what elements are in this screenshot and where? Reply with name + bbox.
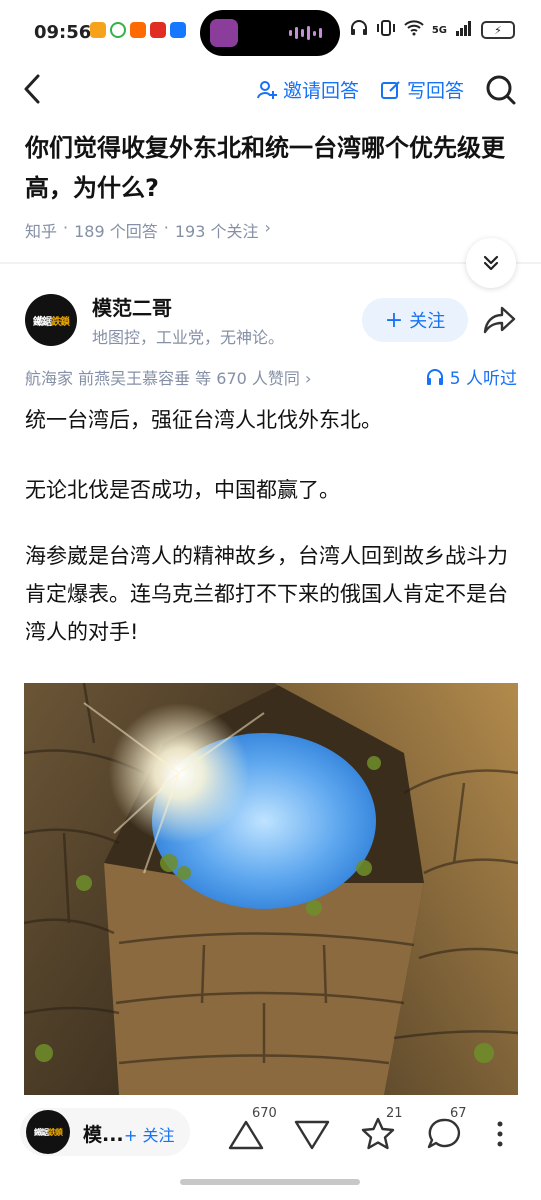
back-button[interactable] — [18, 70, 48, 108]
more-vertical-icon — [497, 1121, 503, 1147]
collapse-button[interactable] — [466, 238, 516, 288]
follow-label: 关注 — [409, 311, 446, 332]
more-button[interactable] — [488, 1114, 512, 1154]
author-name[interactable]: 模范二哥 — [92, 292, 172, 321]
invite-answer-label: 邀请回答 — [283, 80, 360, 102]
alipay-icon — [170, 22, 186, 38]
likers-line[interactable]: 航海家 前燕吴王慕容垂 等 670 人赞同 › — [25, 365, 311, 389]
question-source: 知乎 — [25, 222, 58, 241]
network-type: 5G — [431, 24, 447, 36]
divider — [0, 262, 541, 264]
plus-icon: + — [384, 307, 404, 333]
back-arrow-icon — [24, 74, 40, 104]
well-looking-up-image — [24, 683, 518, 1095]
write-answer-button[interactable]: 写回答 — [380, 76, 464, 103]
status-time: 09:56 — [34, 22, 92, 43]
pinduoduo-icon — [150, 22, 166, 38]
question-meta[interactable]: 知乎 · 189 个回答 · 193 个关注 › — [25, 218, 271, 242]
search-button[interactable] — [485, 74, 517, 106]
answer-paragraph: 无论北伐是否成功，中国都赢了。 — [25, 478, 340, 502]
share-icon — [483, 306, 516, 334]
signal-icon — [455, 20, 473, 40]
listen-count: 5 人听过 — [449, 369, 517, 389]
listen-button[interactable]: 5 人听过 — [426, 364, 517, 389]
heart-app-icon — [90, 22, 106, 38]
share-button[interactable] — [482, 304, 518, 336]
home-indicator[interactable] — [180, 1179, 360, 1185]
chevron-right-icon: › — [304, 369, 312, 388]
chevron-right-icon: › — [264, 218, 271, 237]
taobao-icon — [130, 22, 146, 38]
meta-separator: · — [63, 218, 69, 237]
wifi-icon — [404, 20, 424, 40]
author-bio: 地图控，工业党，无神论。 — [92, 328, 285, 347]
author-avatar[interactable]: 鐵鋸鉄鎖 — [25, 294, 77, 346]
meta-separator: · — [163, 218, 169, 237]
status-bar: 09:56 5G ⚡ — [0, 0, 541, 62]
comment-count: 67 — [450, 1106, 467, 1121]
answer-image[interactable] — [24, 683, 518, 1095]
music-artwork-icon — [210, 19, 238, 47]
question-title[interactable]: 你们觉得收复外东北和统一台湾哪个优先级更高，为什么? — [25, 128, 510, 208]
search-icon — [486, 75, 516, 105]
headphone-icon — [426, 368, 443, 385]
answer-paragraph: 海参崴是台湾人的精神故乡，台湾人回到故乡战斗力肯定爆表。连乌克兰都打不下来的俄国… — [25, 544, 508, 644]
battery-icon: ⚡ — [481, 21, 515, 39]
likers-text: 航海家 前燕吴王慕容垂 等 670 人赞同 — [25, 369, 300, 388]
author-avatar-small[interactable]: 鐵鋸鉄鎖 — [26, 1110, 70, 1154]
upvote-count: 670 — [252, 1106, 277, 1121]
top-nav: 邀请回答 写回答 — [0, 62, 541, 118]
vibrate-icon — [376, 20, 396, 40]
follow-button-small[interactable]: + 关注 — [124, 1122, 175, 1146]
edit-icon — [381, 80, 400, 99]
headphone-icon — [350, 20, 368, 40]
follow-button[interactable]: + 关注 — [362, 298, 468, 342]
answer-count: 189 个回答 — [74, 222, 158, 241]
avatar-text: 鐵鋸 — [33, 316, 52, 328]
answer-paragraph: 统一台湾后，强征台湾人北伐外东北。 — [25, 408, 382, 432]
downvote-button[interactable] — [292, 1114, 332, 1154]
follower-count: 193 个关注 — [174, 222, 259, 241]
favorite-count: 21 — [386, 1106, 403, 1121]
avatar-logo: 鐵鋸鉄鎖 — [33, 313, 70, 328]
write-answer-label: 写回答 — [407, 80, 465, 102]
downvote-triangle-icon — [294, 1120, 330, 1150]
leaf-app-icon — [110, 22, 126, 38]
double-chevron-down-icon — [483, 255, 499, 271]
system-icons: 5G ⚡ — [350, 20, 515, 40]
avatar-text: 鐵鋸 — [34, 1127, 49, 1137]
add-user-icon — [257, 80, 277, 99]
invite-answer-button[interactable]: 邀请回答 — [256, 76, 359, 103]
avatar-text-highlight: 鉄鎖 — [51, 316, 70, 328]
audio-wave-icon — [289, 26, 322, 40]
author-name-short: 模... — [83, 1124, 124, 1146]
dynamic-island[interactable] — [200, 10, 340, 56]
avatar-logo: 鐵鋸鉄鎖 — [34, 1127, 63, 1138]
notification-icons — [90, 22, 186, 38]
avatar-text-highlight: 鉄鎖 — [48, 1127, 63, 1137]
